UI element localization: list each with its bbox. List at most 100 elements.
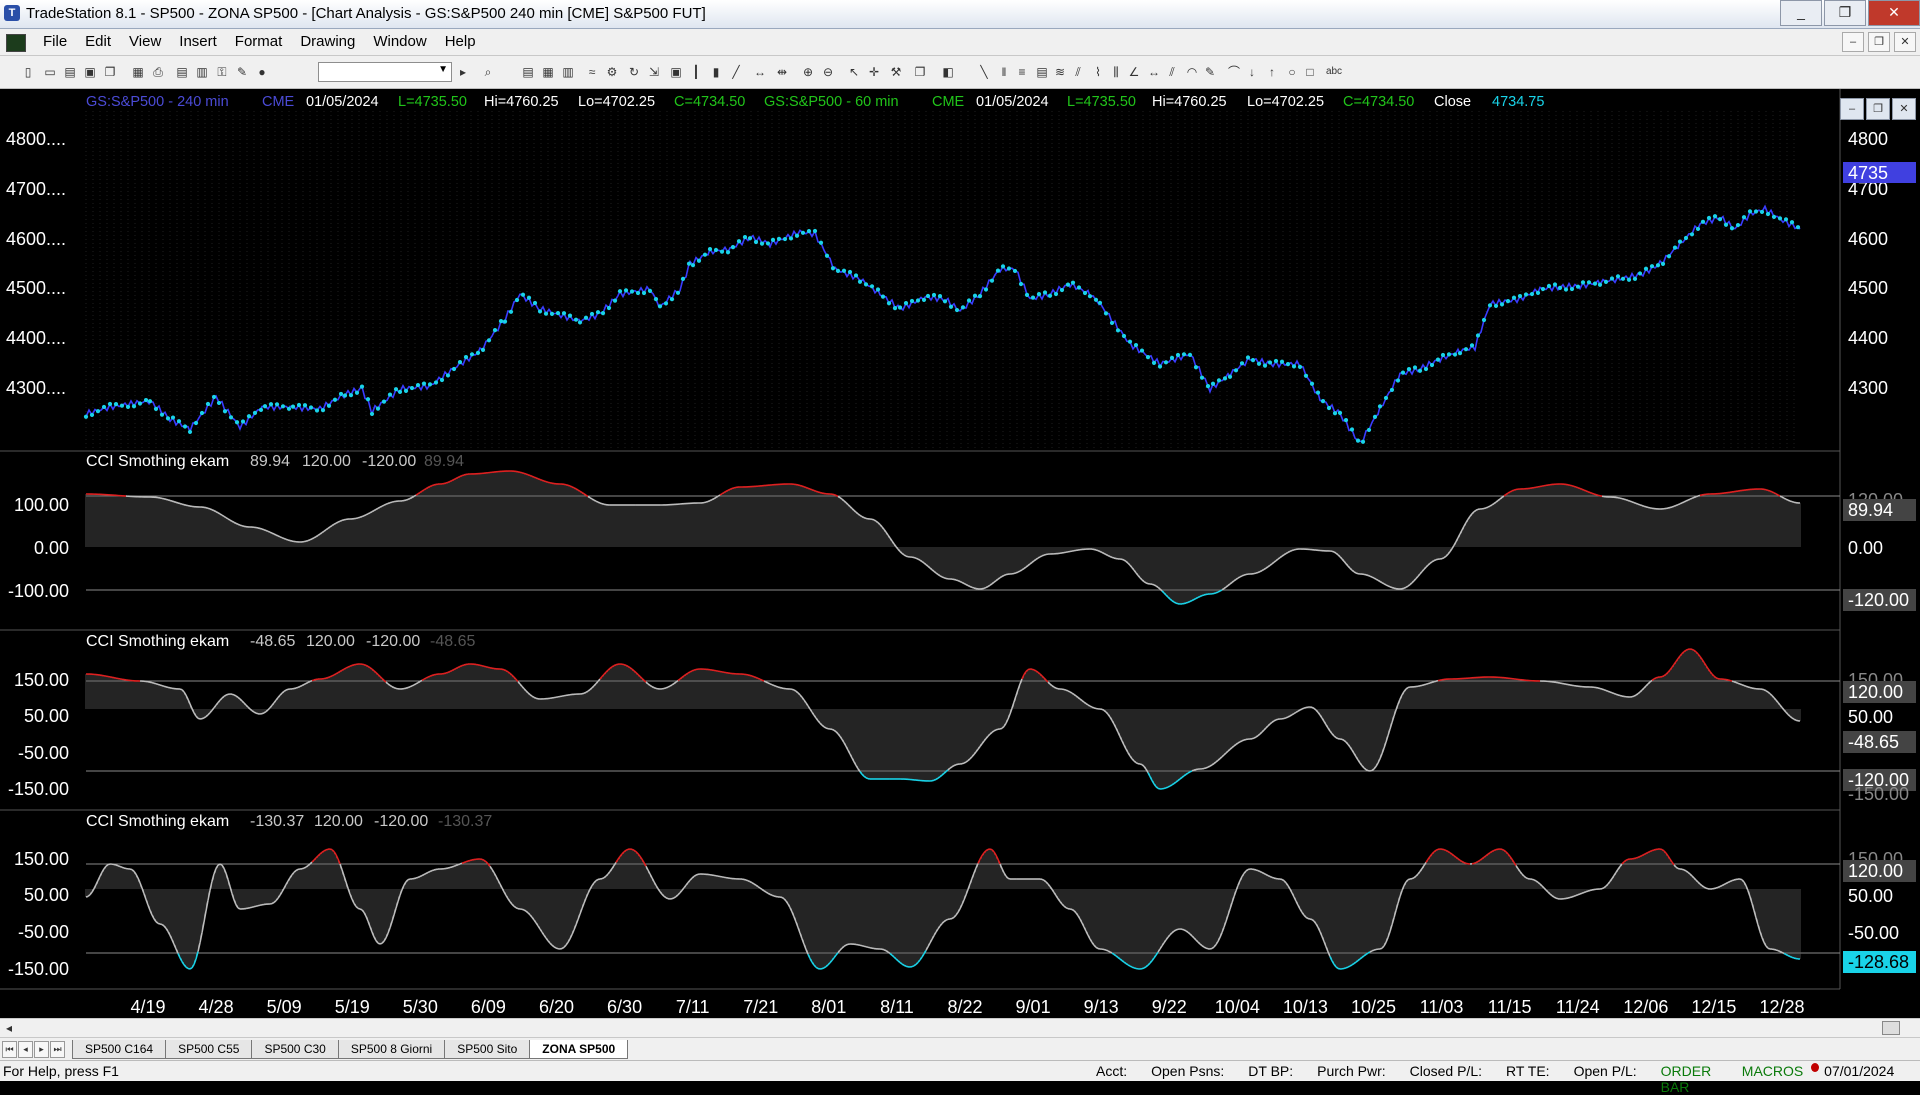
close-button[interactable]: ✕ xyxy=(1868,0,1920,26)
chart-area[interactable]: GS:S&P500 - 240 min CME 01/05/2024 L=473… xyxy=(0,89,1920,1018)
copy-chart-icon[interactable]: ❐ xyxy=(912,64,928,80)
menu-drawing[interactable]: Drawing xyxy=(291,33,364,50)
line-chart-icon[interactable]: ╱ xyxy=(728,64,744,80)
refresh-icon[interactable]: ↻ xyxy=(626,64,642,80)
tools-icon[interactable]: ⚒ xyxy=(888,64,904,80)
menu-edit[interactable]: Edit xyxy=(76,33,120,50)
fibonacci-icon[interactable]: ≋ xyxy=(1052,64,1068,80)
compress-icon[interactable]: ⇹ xyxy=(774,64,790,80)
trendline-icon[interactable]: ╲ xyxy=(976,64,992,80)
chevron-down-icon[interactable]: ▼ xyxy=(438,64,448,75)
cci-line-segment xyxy=(904,555,906,556)
cci-line-segment xyxy=(532,696,534,697)
price-point xyxy=(144,398,148,402)
menu-view[interactable]: View xyxy=(120,33,170,50)
arrow-up-icon[interactable]: ↑ xyxy=(1264,64,1280,80)
color-icon[interactable]: ● xyxy=(254,64,270,80)
cci-line-segment xyxy=(580,491,582,492)
cci-line-segment xyxy=(582,493,584,494)
menu-insert[interactable]: Insert xyxy=(170,33,226,50)
play-icon[interactable]: ▸ xyxy=(455,64,471,80)
tile-icon[interactable]: ▥ xyxy=(194,64,210,80)
symbol-combo[interactable]: ▼ xyxy=(318,62,452,82)
scroll-icon[interactable]: ⇲ xyxy=(646,64,662,80)
open-workspace-icon[interactable]: ▣ xyxy=(82,64,98,80)
text-box-icon[interactable]: ▤ xyxy=(1034,64,1050,80)
new-icon[interactable]: ▯ xyxy=(20,64,36,80)
chart-document-icon[interactable] xyxy=(6,34,26,52)
price-point xyxy=(556,311,560,315)
zoom-in-icon[interactable]: ⊕ xyxy=(800,64,816,80)
cursor-icon[interactable]: ✛ xyxy=(866,64,882,80)
cci-line-segment xyxy=(1054,687,1056,688)
new-workspace-icon[interactable]: ▤ xyxy=(62,64,78,80)
cci-line-segment xyxy=(458,667,460,668)
cci-line-segment xyxy=(406,688,408,689)
channel-icon[interactable]: ⫽ xyxy=(1070,64,1086,80)
snapshot-icon[interactable]: ◧ xyxy=(940,64,956,80)
zoom-out-icon[interactable]: ⊖ xyxy=(820,64,836,80)
chart-style-icon[interactable]: ▣ xyxy=(668,64,684,80)
cci-line-segment xyxy=(428,486,430,487)
price-point xyxy=(253,411,257,415)
format-symbol-icon[interactable]: ▦ xyxy=(540,64,556,80)
pointer-icon[interactable]: ↖ xyxy=(846,64,862,80)
pitchfork-icon[interactable]: ⫽ xyxy=(1164,64,1180,80)
cci-line-segment xyxy=(1122,559,1124,560)
ellipse-icon[interactable]: ○ xyxy=(1284,64,1300,80)
horizontal-lines-icon[interactable]: ≡ xyxy=(1014,64,1030,80)
lock-icon[interactable]: ⚿ xyxy=(214,64,230,80)
open-icon[interactable]: ▭ xyxy=(42,64,58,80)
candle-chart-icon[interactable]: ▮ xyxy=(708,64,724,80)
price-point xyxy=(1083,291,1087,295)
cci-line-segment xyxy=(358,517,360,518)
menu-file[interactable]: File xyxy=(34,33,76,50)
cci-line-segment xyxy=(270,532,272,533)
price-point xyxy=(664,301,668,305)
price-point xyxy=(481,348,485,352)
regression-icon[interactable]: ⌇ xyxy=(1090,64,1106,80)
menu-format[interactable]: Format xyxy=(226,33,292,50)
maximize-button[interactable]: ❐ xyxy=(1824,0,1866,26)
analysis-icon[interactable]: ✎ xyxy=(234,64,250,80)
insert-strategy-icon[interactable]: ⚙ xyxy=(604,64,620,80)
print-icon[interactable]: ⎙ xyxy=(150,64,166,80)
price-point xyxy=(1553,282,1557,286)
pencil-icon[interactable]: ✎ xyxy=(1202,64,1218,80)
tradestation-app-icon[interactable]: T xyxy=(4,5,20,21)
cci-line-segment xyxy=(286,539,288,540)
cci-line-segment xyxy=(962,582,964,583)
rectangle-icon[interactable]: □ xyxy=(1302,64,1318,80)
menu-window[interactable]: Window xyxy=(364,33,435,50)
cci-line-segment xyxy=(504,670,506,671)
cci-line-segment xyxy=(1736,682,1738,683)
menu-help[interactable]: Help xyxy=(436,33,485,50)
gann-icon[interactable]: ∠ xyxy=(1126,64,1142,80)
window-icon[interactable]: ▤ xyxy=(174,64,190,80)
mdi-restore-button[interactable]: ❐ xyxy=(1868,32,1890,52)
vertical-lines-icon[interactable]: ‖ xyxy=(996,64,1012,80)
mdi-minimize-button[interactable]: – xyxy=(1842,32,1864,52)
text-tool-icon[interactable]: abc xyxy=(1322,64,1346,80)
measure-icon[interactable]: ↔ xyxy=(1146,64,1162,80)
bar-chart-icon[interactable]: ┃ xyxy=(688,64,704,80)
curve-icon[interactable]: ⌒ xyxy=(1226,64,1242,80)
price-point xyxy=(1796,225,1800,229)
data-window-icon[interactable]: ▥ xyxy=(560,64,576,80)
minimize-button[interactable]: _ xyxy=(1780,0,1822,26)
cci-line-segment xyxy=(1258,572,1260,573)
insert-indicator-icon[interactable]: ≈ xyxy=(584,64,600,80)
cci-line-segment xyxy=(266,530,268,531)
fan-icon[interactable]: ⫼ xyxy=(1108,64,1124,80)
cci-line-segment xyxy=(290,541,292,542)
save-icon[interactable]: ▦ xyxy=(130,64,146,80)
format-window-icon[interactable]: ▤ xyxy=(520,64,536,80)
arrow-down-icon[interactable]: ↓ xyxy=(1244,64,1260,80)
arc-icon[interactable]: ◠ xyxy=(1184,64,1200,80)
cci-line-segment xyxy=(586,495,588,496)
copy-icon[interactable]: ❐ xyxy=(102,64,118,80)
mdi-close-button[interactable]: ✕ xyxy=(1894,32,1916,52)
symbol-lookup-icon[interactable]: ⌕ xyxy=(480,64,496,80)
price-point xyxy=(550,312,554,316)
expand-icon[interactable]: ↔ xyxy=(752,64,768,80)
